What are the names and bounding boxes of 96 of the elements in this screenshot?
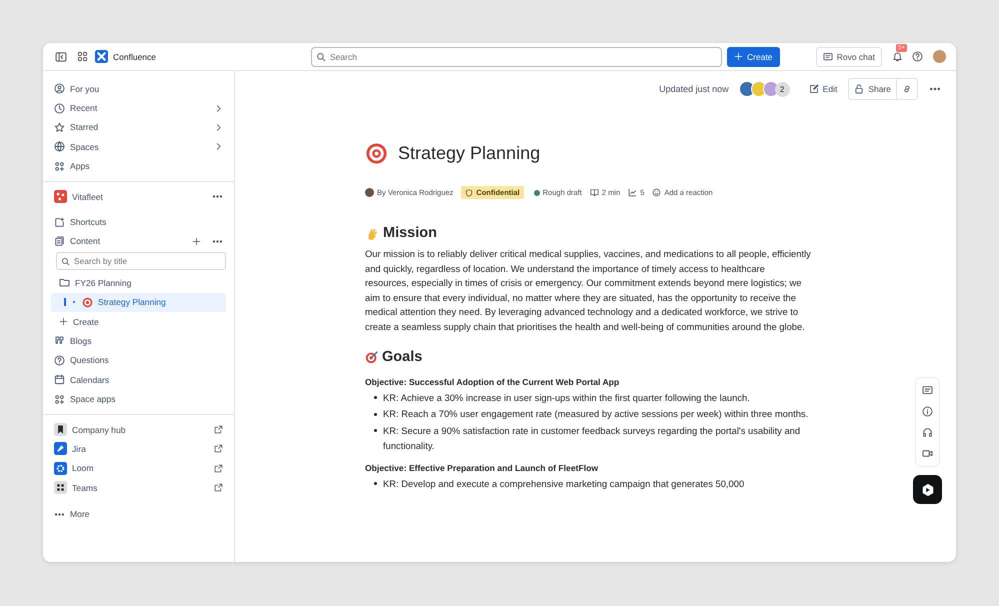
comment-icon — [922, 385, 933, 396]
nav-item[interactable]: Starred — [51, 118, 226, 138]
key-result: KR: Develop and execute a comprehensive marketing campaign that generates 50,000 — [383, 476, 744, 491]
nav-item[interactable]: For you — [51, 79, 226, 98]
nav-item[interactable]: Recent — [51, 98, 226, 118]
add-button[interactable] — [192, 236, 201, 246]
mission-paragraph: Our mission is to reliably deliver critical medical supplies, vaccines, and medications to all people, efficiently and quickly, regardless of location. We understand the importance of timely access to healthcare resources, especially in times of crisis or emergency. Our commitment extends beyond mere logistics; we aim to ensure that every individual, no matter where they are situated, has the opportunity to receive the medical attention they need. By leveraging advanced technology and a dedicated workforce, we strive to create a seamless supply chain that prioritises the health and well-being of communities around the globe. — [365, 247, 811, 334]
shield-icon — [465, 188, 474, 196]
chat-icon — [822, 52, 833, 62]
shortcut-icon — [54, 216, 65, 228]
search-field[interactable]: Search — [311, 46, 722, 66]
headphones-icon — [922, 427, 933, 438]
space-name[interactable]: Vitafleet — [72, 192, 207, 202]
objective-heading: Objective: Successful Adoption of the Current Web Portal App — [365, 376, 620, 387]
nav-item[interactable]: Questions — [51, 350, 226, 370]
tree-item[interactable]: FY26 Planning — [51, 273, 226, 293]
external-link-icon — [214, 464, 223, 473]
info-icon — [922, 406, 933, 417]
people-icon — [54, 481, 67, 494]
book-icon — [590, 188, 599, 197]
sidebar-icon — [55, 50, 67, 62]
external-link-icon — [214, 425, 223, 434]
bullet-icon — [374, 482, 377, 486]
target-icon — [365, 142, 388, 165]
rovo-chat-button[interactable]: Rovo chat — [816, 46, 882, 66]
nav-item[interactable]: Content — [70, 236, 187, 246]
bullet-icon — [374, 429, 377, 432]
pages-icon — [54, 236, 65, 247]
grid-icon — [54, 394, 65, 405]
nav-item[interactable]: Space apps — [51, 389, 226, 409]
folder-icon — [59, 277, 70, 288]
user-icon — [54, 83, 65, 94]
updated-label: Updated just now — [659, 84, 729, 94]
quote-icon — [54, 335, 65, 346]
create-button[interactable]: Create — [727, 46, 780, 66]
nav-item[interactable]: Shortcuts — [70, 217, 223, 228]
app-link[interactable]: Jira — [51, 439, 226, 459]
smile-icon — [652, 188, 662, 197]
help-button[interactable] — [910, 49, 925, 64]
grid-icon — [54, 160, 65, 172]
clock-icon — [54, 102, 65, 114]
bell-icon — [892, 51, 903, 62]
app-link[interactable]: Company hub — [51, 420, 226, 440]
more-link[interactable]: More — [51, 504, 226, 524]
video-icon — [922, 448, 933, 459]
nav-item[interactable]: Apps — [51, 156, 226, 176]
gear-icon — [54, 462, 67, 475]
bullet-icon — [374, 396, 377, 400]
section-heading: Goals — [382, 348, 422, 365]
product-name: Confluence — [113, 52, 156, 62]
page-title: Strategy Planning — [398, 143, 540, 164]
target-icon — [365, 350, 379, 364]
key-result: KR: Reach a 70% user engagement rate (measured by active sessions per week) within three months. — [383, 407, 808, 422]
app-link[interactable]: Teams — [51, 478, 226, 498]
help-icon — [912, 51, 923, 62]
grid-icon — [77, 51, 88, 62]
key-result: KR: Achieve a 30% increase in user sign-ups within the first quarter following the launch. — [383, 390, 750, 405]
external-link-icon — [214, 483, 223, 492]
confluence-logo-icon — [95, 50, 108, 63]
search-icon — [316, 52, 326, 62]
calendar-icon — [54, 374, 65, 386]
tree-item[interactable]: Strategy Planning — [51, 292, 226, 312]
create-button[interactable]: Create — [51, 312, 226, 332]
app-link[interactable]: Loom — [51, 458, 226, 478]
nav-item[interactable]: Spaces — [51, 137, 226, 157]
nav-item[interactable]: Calendars — [51, 370, 226, 390]
globe-icon — [54, 141, 65, 152]
plus-icon — [192, 236, 201, 246]
external-link-icon — [214, 444, 223, 454]
star-icon — [54, 122, 65, 133]
search-field[interactable]: Search by title — [56, 252, 226, 270]
chart-icon — [628, 188, 638, 197]
section-heading: Mission — [383, 225, 437, 241]
hexagon-logo-icon — [920, 482, 934, 496]
edit-icon — [808, 84, 819, 94]
bookmark-icon — [54, 423, 67, 436]
search-icon — [61, 256, 70, 266]
bullet-icon — [374, 412, 377, 416]
edit-button[interactable]: Edit — [804, 79, 842, 99]
objective-heading: Objective: Effective Preparation and Launch of FleetFlow — [365, 462, 600, 473]
plus-icon — [734, 52, 744, 61]
profile-avatar[interactable] — [933, 50, 946, 63]
assistant-button[interactable] — [913, 475, 942, 504]
viewer-count[interactable]: 2 — [774, 82, 790, 96]
link-icon — [902, 84, 912, 94]
collaborator-avatar[interactable] — [738, 81, 755, 97]
app-switcher-button[interactable] — [75, 49, 90, 64]
space-logo-icon — [54, 190, 67, 204]
lock-icon — [854, 84, 864, 94]
plus-icon — [59, 317, 68, 326]
question-icon — [54, 354, 65, 366]
bullet-icon — [72, 300, 75, 304]
key-result: KR: Secure a 90% satisfaction rate in customer feedback surveys regarding the portal's usability and functionality. — [383, 424, 802, 454]
nav-item[interactable]: Blogs — [51, 331, 226, 351]
author-avatar — [365, 188, 374, 197]
target-icon — [82, 296, 93, 308]
